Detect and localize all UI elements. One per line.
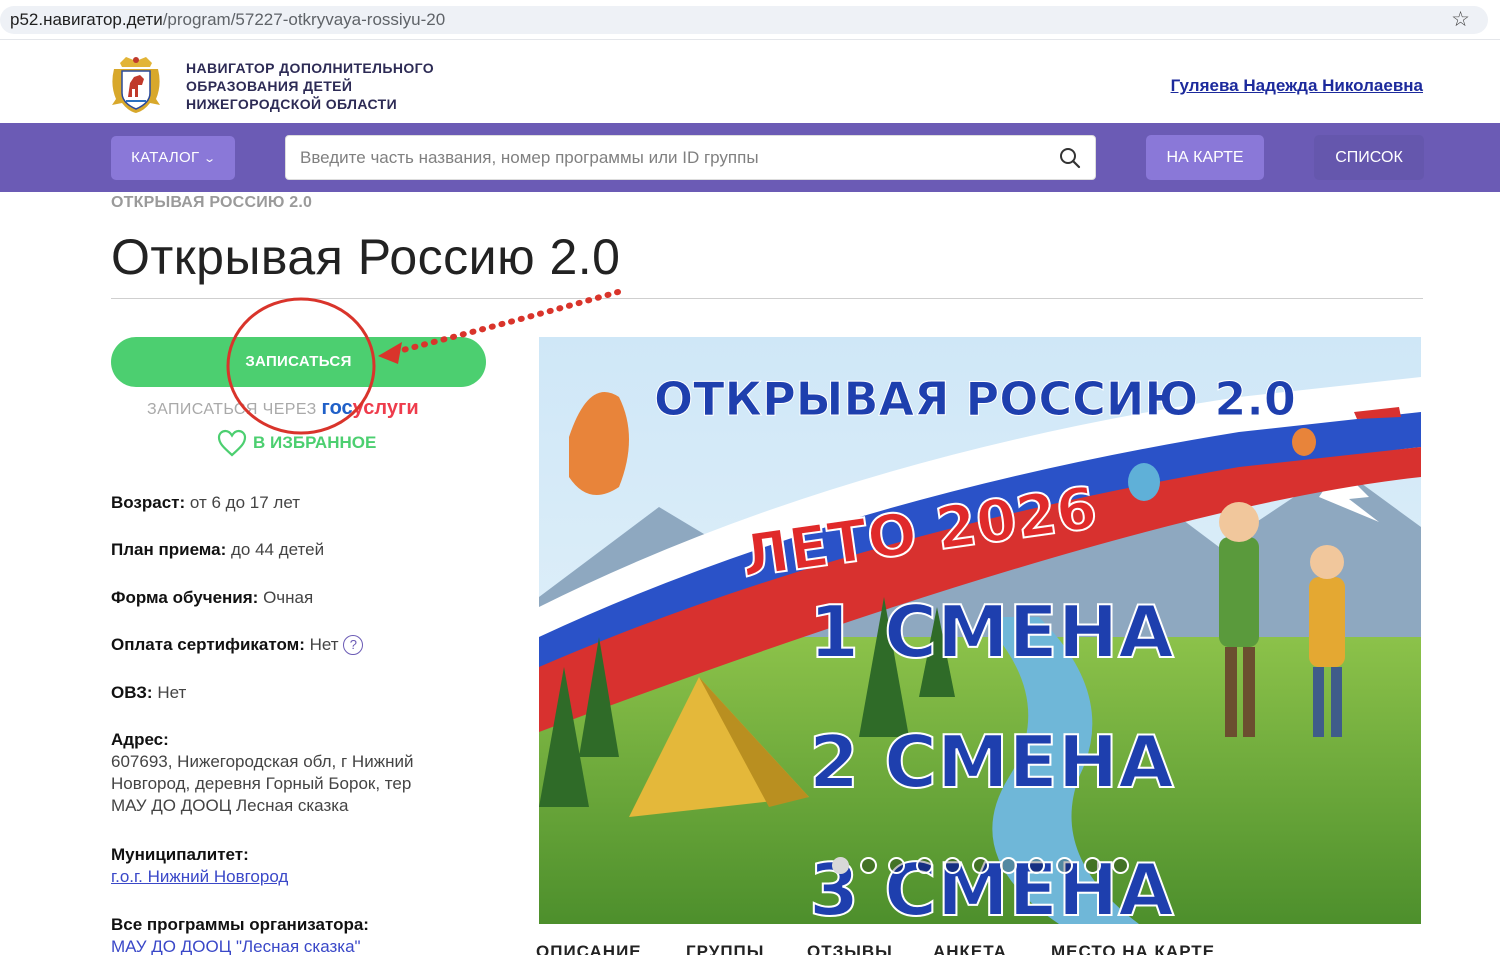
banner-shift-1: 1 СМЕНА (809, 590, 1174, 674)
gosuslugi-logo-part2: услуги (352, 397, 419, 419)
program-banner-image[interactable]: ОТКРЫВАЯ РОССИЮ 2.0 ЛЕТО 2026 1 СМЕНА 2 … (539, 337, 1421, 924)
banner-illustration: ОТКРЫВАЯ РОССИЮ 2.0 ЛЕТО 2026 1 СМЕНА 2 … (539, 337, 1421, 924)
breadcrumb: ОТКРЫВАЯ РОССИЮ 2.0 (111, 194, 313, 211)
site-name[interactable]: НАВИГАТОР ДОПОЛНИТЕЛЬНОГО ОБРАЗОВАНИЯ ДЕ… (186, 59, 434, 113)
bookmark-star-icon[interactable]: ☆ (1451, 6, 1470, 34)
slider-dot[interactable] (972, 857, 989, 874)
gosuslugi-logo-part1: гос (321, 397, 353, 419)
tab-survey[interactable]: АНКЕТА (933, 942, 1007, 955)
slider-dot[interactable] (1084, 857, 1101, 874)
browser-address-bar: p52.навигатор.дети/program/57227-otkryva… (0, 0, 1500, 40)
slider-dot[interactable] (1112, 857, 1129, 874)
tab-map-location[interactable]: МЕСТО НА КАРТЕ (1051, 942, 1215, 955)
heart-icon (217, 429, 247, 457)
banner-shift-2: 2 СМЕНА (809, 720, 1174, 804)
url-host: p52.навигатор.дети (10, 10, 163, 29)
region-coat-of-arms-logo[interactable] (110, 55, 162, 117)
map-view-button[interactable]: НА КАРТЕ (1146, 135, 1264, 180)
tab-reviews[interactable]: ОТЗЫВЫ (807, 942, 893, 955)
catalog-label: КАТАЛОГ (131, 149, 200, 166)
info-address: Адрес: 607693, Нижегородская обл, г Нижн… (111, 730, 414, 815)
tab-groups[interactable]: ГРУППЫ (686, 942, 764, 955)
municipality-link[interactable]: г.о.г. Нижний Новгород (111, 867, 288, 886)
user-profile-link[interactable]: Гуляева Надежда Николаевна (1171, 76, 1423, 96)
info-plan: План приема: до 44 детей (111, 540, 325, 559)
url-field[interactable]: p52.навигатор.дети/program/57227-otkryva… (0, 6, 1488, 34)
chevron-down-icon: ⌄ (203, 153, 217, 165)
slider-dot[interactable] (860, 857, 877, 874)
search-input[interactable] (286, 136, 1026, 179)
enroll-button[interactable]: ЗАПИСАТЬСЯ (111, 337, 486, 387)
search-box (285, 135, 1096, 180)
program-tabs: ОПИСАНИЕ ГРУППЫ ОТЗЫВЫ АНКЕТА МЕСТО НА К… (0, 942, 1500, 955)
catalog-button[interactable]: КАТАЛОГ ⌄ (111, 136, 235, 180)
gosuslugi-enroll-link[interactable]: ЗАПИСАТЬСЯ ЧЕРЕЗ госуслуги (147, 397, 419, 420)
help-icon[interactable]: ? (343, 635, 364, 655)
slider-dot[interactable] (888, 857, 905, 874)
url-path: /program/57227-otkryvaya-rossiyu-20 (162, 10, 446, 29)
list-view-button[interactable]: СПИСОК (1314, 135, 1424, 180)
site-header: НАВИГАТОР ДОПОЛНИТЕЛЬНОГО ОБРАЗОВАНИЯ ДЕ… (0, 46, 1500, 123)
slider-dot[interactable] (1056, 857, 1073, 874)
banner-title: ОТКРЫВАЯ РОССИЮ 2.0 (654, 372, 1296, 426)
info-age: Возраст: от 6 до 17 лет (111, 493, 300, 512)
slider-dot[interactable] (1000, 857, 1017, 874)
main-navbar: КАТАЛОГ⌄ НА КАРТЕ СПИСОК (0, 123, 1500, 192)
slider-dot[interactable] (832, 857, 849, 874)
info-ovz: ОВЗ: Нет (111, 683, 187, 702)
search-icon[interactable] (1059, 147, 1081, 169)
info-form: Форма обучения: Очная (111, 588, 314, 607)
divider (111, 298, 1423, 299)
page-title: Открывая Россию 2.0 (111, 229, 621, 285)
info-certificate: Оплата сертификатом: Нет ? (111, 634, 364, 656)
slider-dot[interactable] (1028, 857, 1045, 874)
tab-description[interactable]: ОПИСАНИЕ (536, 942, 642, 955)
slider-dot[interactable] (916, 857, 933, 874)
slider-dot[interactable] (944, 857, 961, 874)
info-municipality: Муниципалитет: г.о.г. Нижний Новгород (111, 845, 289, 886)
